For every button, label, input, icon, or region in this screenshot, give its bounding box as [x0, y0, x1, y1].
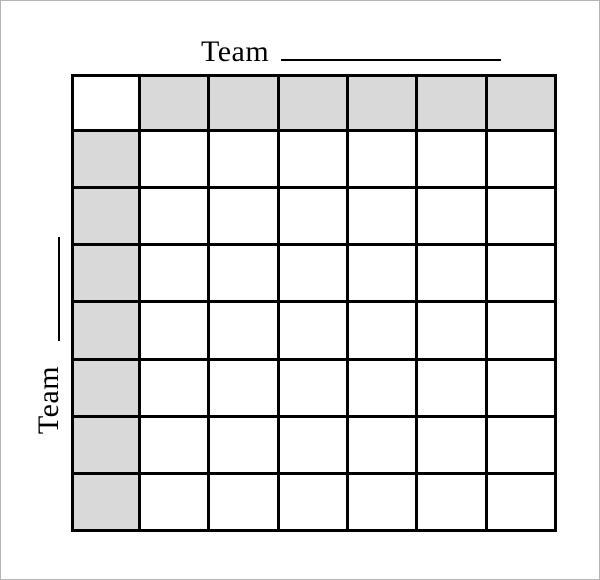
grid-square-cell[interactable] [487, 417, 557, 475]
grid-square-cell[interactable] [279, 360, 349, 418]
grid-column-header-cell[interactable] [487, 77, 557, 132]
grid-square-cell[interactable] [141, 246, 211, 304]
grid-row-header-cell[interactable] [74, 246, 141, 304]
grid-square-cell[interactable] [210, 132, 280, 190]
grid-square-cell[interactable] [141, 474, 211, 532]
grid-square-cell[interactable] [418, 474, 488, 532]
grid-square-cell[interactable] [279, 474, 349, 532]
grid-square-cell[interactable] [487, 246, 557, 304]
grid-row [74, 417, 557, 475]
grid-square-cell[interactable] [210, 246, 280, 304]
grid-row-header-cell[interactable] [74, 474, 141, 532]
grid-square-cell[interactable] [487, 189, 557, 247]
grid-square-cell[interactable] [348, 246, 419, 304]
grid-column-header-cell[interactable] [279, 77, 349, 132]
grid-square-cell[interactable] [487, 132, 557, 190]
grid-corner-cell [74, 77, 141, 132]
grid-row [74, 303, 557, 361]
grid-row [74, 360, 557, 418]
grid-square-cell[interactable] [210, 417, 280, 475]
grid-square-cell[interactable] [348, 417, 419, 475]
grid-square-cell[interactable] [418, 360, 488, 418]
grid-square-cell[interactable] [418, 246, 488, 304]
grid-square-cell[interactable] [210, 474, 280, 532]
grid-row-header-cell[interactable] [74, 189, 141, 247]
grid-square-cell[interactable] [279, 189, 349, 247]
top-team-name-blank-line[interactable] [281, 59, 501, 61]
grid-column-header-cell[interactable] [210, 77, 280, 132]
grid-square-cell[interactable] [279, 303, 349, 361]
grid-square-cell[interactable] [141, 132, 211, 190]
grid-column-header-cell[interactable] [418, 77, 488, 132]
grid-column-header-cell[interactable] [348, 77, 419, 132]
grid-square-cell[interactable] [210, 360, 280, 418]
left-team-label: Team [27, 237, 71, 457]
grid-square-cell[interactable] [210, 189, 280, 247]
grid-square-cell[interactable] [279, 417, 349, 475]
grid-header-row [74, 77, 557, 132]
grid-square-cell[interactable] [418, 132, 488, 190]
left-team-name-blank-line[interactable] [58, 237, 60, 341]
grid-row-header-cell[interactable] [74, 303, 141, 361]
grid-square-cell[interactable] [487, 474, 557, 532]
grid-square-cell[interactable] [279, 132, 349, 190]
squares-pool-page: Team Team [0, 0, 600, 580]
squares-grid [71, 74, 557, 532]
grid-row-header-cell[interactable] [74, 417, 141, 475]
grid-square-cell[interactable] [141, 360, 211, 418]
grid-row [74, 246, 557, 304]
grid-square-cell[interactable] [348, 303, 419, 361]
grid-row [74, 132, 557, 190]
grid-square-cell[interactable] [279, 246, 349, 304]
left-team-label-text: Team [32, 365, 65, 435]
grid-square-cell[interactable] [348, 360, 419, 418]
grid-square-cell[interactable] [141, 189, 211, 247]
grid-column-header-cell[interactable] [141, 77, 211, 132]
grid-row [74, 189, 557, 247]
grid-row-header-cell[interactable] [74, 132, 141, 190]
grid-square-cell[interactable] [418, 189, 488, 247]
grid-square-cell[interactable] [348, 189, 419, 247]
grid-square-cell[interactable] [418, 303, 488, 361]
grid-square-cell[interactable] [487, 360, 557, 418]
grid-square-cell[interactable] [418, 417, 488, 475]
grid-square-cell[interactable] [348, 474, 419, 532]
grid-row-header-cell[interactable] [74, 360, 141, 418]
grid-square-cell[interactable] [141, 303, 211, 361]
top-team-label-text: Team [201, 35, 270, 68]
grid-row [74, 474, 557, 532]
grid-square-cell[interactable] [210, 303, 280, 361]
grid-square-cell[interactable] [348, 132, 419, 190]
grid-square-cell[interactable] [141, 417, 211, 475]
top-team-label: Team [201, 31, 501, 67]
grid-square-cell[interactable] [487, 303, 557, 361]
